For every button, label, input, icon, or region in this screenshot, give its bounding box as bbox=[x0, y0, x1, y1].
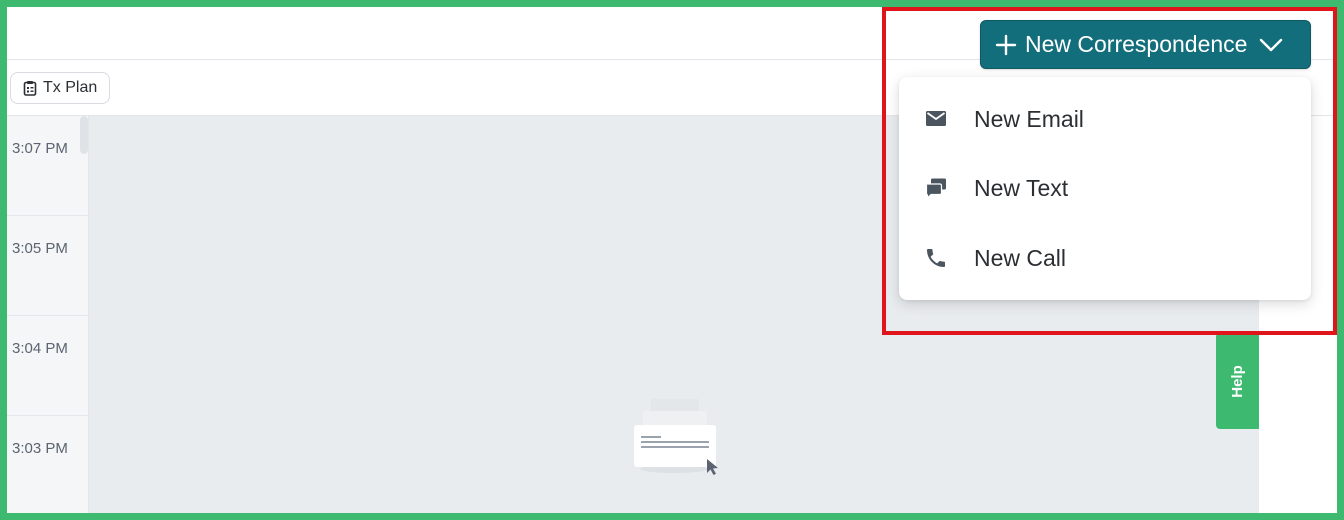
phone-icon bbox=[927, 249, 945, 267]
help-tab[interactable]: Help bbox=[1216, 333, 1259, 429]
time-slot: 3:05 PM bbox=[7, 216, 89, 316]
correspondence-menu: New Email New Text New Call bbox=[899, 77, 1311, 300]
chevron-down-icon bbox=[1260, 38, 1283, 51]
new-text-label: New Text bbox=[974, 174, 1069, 201]
app-window: Tx Plan 3:07 PM 3:05 PM 3:04 PM 3:03 PM … bbox=[7, 7, 1337, 513]
new-correspondence-button[interactable]: New Correspondence bbox=[980, 20, 1311, 69]
menu-item-new-call[interactable]: New Call bbox=[899, 224, 1311, 292]
tx-plan-button[interactable]: Tx Plan bbox=[10, 72, 110, 104]
timeline-column: 3:07 PM 3:05 PM 3:04 PM 3:03 PM bbox=[7, 116, 89, 513]
chat-icon bbox=[925, 178, 946, 200]
new-call-label: New Call bbox=[974, 244, 1067, 271]
menu-item-new-text[interactable]: New Text bbox=[899, 154, 1311, 222]
empty-state-illustration bbox=[634, 399, 718, 475]
email-icon bbox=[926, 111, 946, 126]
new-email-label: New Email bbox=[974, 105, 1084, 132]
help-label: Help bbox=[1228, 364, 1246, 398]
new-correspondence-label: New Correspondence bbox=[1025, 31, 1248, 57]
plus-icon bbox=[995, 34, 1017, 55]
time-label: 3:05 PM bbox=[12, 240, 68, 257]
clipboard-icon bbox=[23, 81, 37, 96]
tx-plan-label: Tx Plan bbox=[43, 79, 98, 96]
time-label: 3:07 PM bbox=[12, 140, 68, 157]
time-slot: 3:03 PM bbox=[7, 416, 89, 513]
menu-item-new-email[interactable]: New Email bbox=[899, 85, 1311, 153]
time-slot: 3:04 PM bbox=[7, 316, 89, 416]
time-label: 3:03 PM bbox=[12, 440, 68, 457]
timeline-scrollbar[interactable] bbox=[80, 116, 88, 154]
time-slot: 3:07 PM bbox=[7, 116, 89, 216]
time-label: 3:04 PM bbox=[12, 340, 68, 357]
